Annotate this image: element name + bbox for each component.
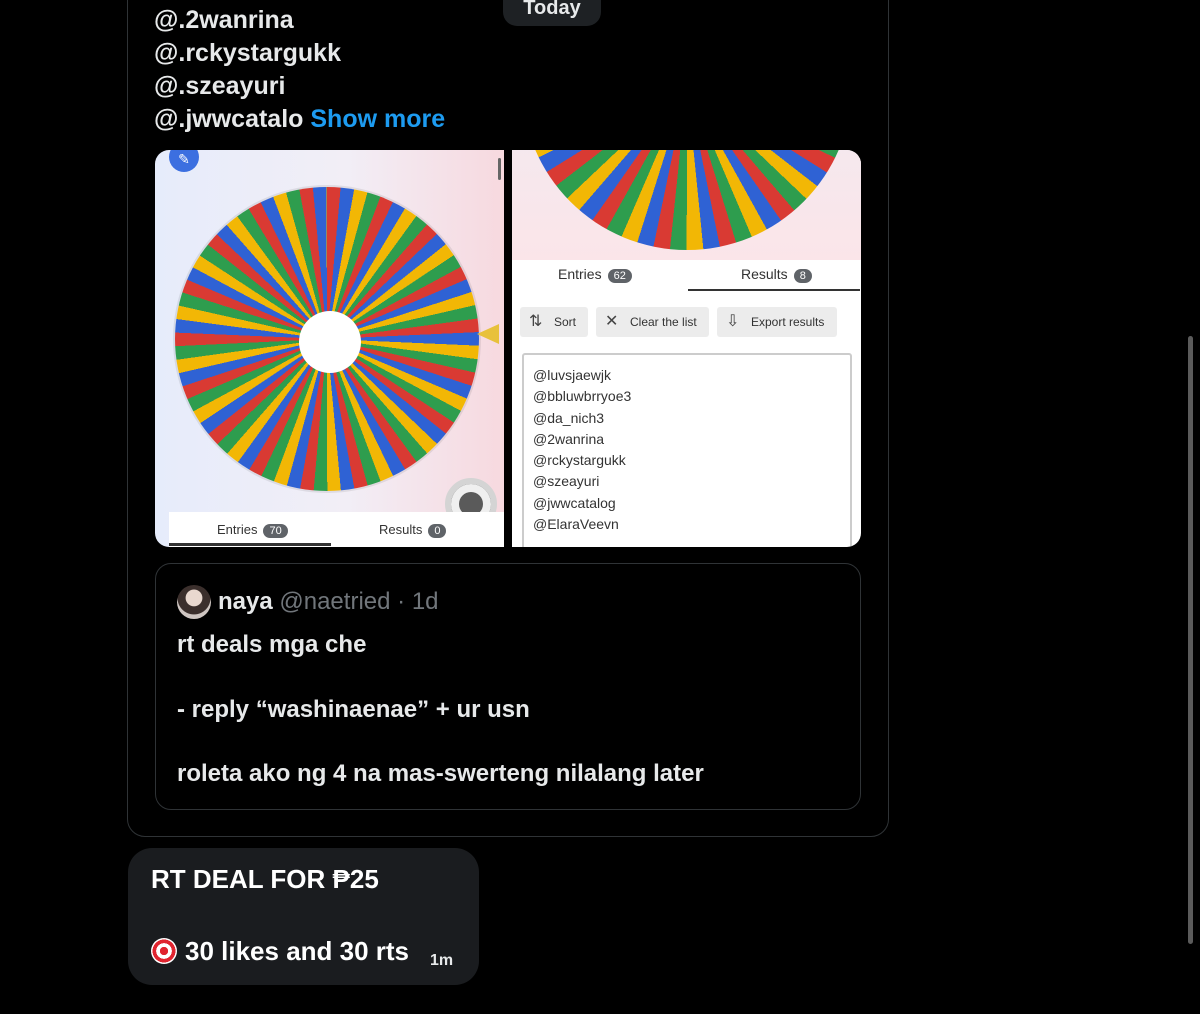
result-entry: @ElaraVeevn [533,516,619,533]
clear-list-button: ✕ Clear the list [596,307,709,337]
results-textarea: @luvsjaewjk @bbluwbrryoe3 @da_nich3 @2wa… [522,353,852,547]
handle-line: @.rckystargukk [154,39,341,67]
author-name: naya [218,588,273,615]
tab-results: Results 8 [741,266,812,283]
wheel-bottom-area [512,150,861,260]
post-line: roleta ako ng 4 na mas-swerteng nilalang… [177,760,704,787]
tab-label: Entries [558,266,602,282]
bubble-line-text: 30 likes and 30 rts [185,936,410,966]
results-count-badge: 8 [793,269,812,283]
handle-line: @.2wanrina [154,6,294,34]
dart-target-icon [151,938,177,964]
result-entry: @rckystargukk [533,452,626,469]
post-line: rt deals mga che [177,631,367,658]
wheel-tabs: Entries 62 Results 8 [512,260,861,292]
date-separator: Today [503,0,601,26]
bubble-title: RT DEAL FOR ₱25 [151,864,379,894]
result-entry: @luvsjaewjk [533,367,612,383]
wheel-screenshot-left[interactable]: ✎ Entries 70 Results 0 [155,150,504,547]
tab-label: Results [741,266,788,282]
export-results-button: ⇩ Export results [717,307,837,337]
handle-text: @.jwwcatalo [154,105,304,133]
author-handle: @naetried [279,588,391,615]
export-icon: ⇩ [726,313,740,330]
media-grid: ✎ Entries 70 Results 0 Entries 62 Results 8 … [155,150,861,547]
handle-line: @.szeayuri [154,72,286,100]
meta-separator: · [397,588,406,615]
scroll-indicator [498,158,501,180]
active-tab-underline [169,543,331,546]
post-age: 1d [411,588,439,615]
result-entry: @da_nich3 [533,409,605,426]
wheel-tabs: Entries 70 Results 0 [169,512,504,547]
result-entry: @2wanrina [533,430,605,447]
quoted-post-body: rt deals mga che - reply “washinaenae” +… [177,629,704,823]
quoted-post-header: naya @naetried · 1d [218,588,439,616]
handle-line: @.jwwcatalo Show more [154,103,445,136]
message-timestamp: 1m [430,952,454,969]
tab-results: Results 0 [379,522,447,538]
result-entry: @szeayuri [533,473,600,490]
result-entry: @jwwcatalog [533,494,616,511]
close-icon: ✕ [605,313,619,330]
wheel-screenshot-right[interactable]: Entries 62 Results 8 ⇅ Sort ✕ Clear the list… [512,150,861,547]
wheel-hub [299,311,361,373]
results-list: @luvsjaewjk @bbluwbrryoe3 @da_nich3 @2wa… [533,365,631,535]
post-line: - reply “washinaenae” + ur usn [177,695,530,723]
bubble-line: 30 likes and 30 rts [151,936,409,967]
results-toolbar: ⇅ Sort ✕ Clear the list ⇩ Export results [520,307,860,337]
page-scrollbar[interactable] [1188,336,1193,944]
sort-icon: ⇅ [529,313,543,330]
tab-entries: Entries 70 [217,522,288,538]
tab-entries: Entries 62 [558,266,632,283]
result-entry: @bbluwbrryoe3 [533,388,632,405]
tab-label: Entries [217,522,258,537]
button-label: Sort [554,315,577,329]
quoted-post[interactable]: naya @naetried · 1d rt deals mga che - r… [155,563,861,810]
message-bubble[interactable]: RT DEAL FOR ₱25 30 likes and 30 rts 1m [128,848,479,985]
wheel-pointer-icon [477,324,499,344]
entries-count-badge: 70 [263,524,288,538]
show-more-link[interactable]: Show more [310,105,445,133]
avatar[interactable] [177,585,211,619]
edit-icon[interactable]: ✎ [169,150,199,172]
sort-button: ⇅ Sort [520,307,588,337]
button-label: Clear the list [630,315,697,329]
tab-label: Results [379,522,423,537]
button-label: Export results [751,315,825,329]
spin-wheel [175,187,479,491]
message-text: @.2wanrina @.rckystargukk @.szeayuri @.j… [154,4,445,136]
entries-count-badge: 62 [607,269,632,283]
spin-wheel [522,150,852,250]
active-tab-underline [688,289,860,291]
results-count-badge: 0 [428,524,447,538]
